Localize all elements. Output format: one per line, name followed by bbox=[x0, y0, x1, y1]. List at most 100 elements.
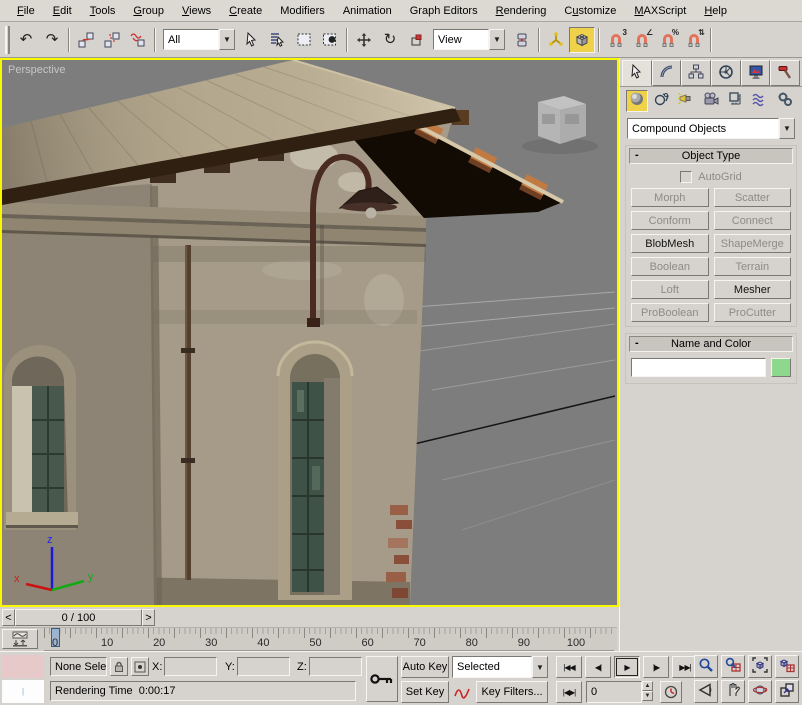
object-category-dropdown[interactable]: Compound Objects ▼ bbox=[627, 118, 795, 139]
field-of-view-button[interactable] bbox=[694, 680, 718, 703]
time-slider-prev-button[interactable]: < bbox=[2, 609, 15, 626]
tab-modify[interactable] bbox=[652, 60, 682, 86]
menu-graph-editors[interactable]: Graph Editors bbox=[401, 3, 487, 19]
frame-spinner[interactable]: ▲ ▼ bbox=[642, 681, 653, 701]
key-filters-button[interactable]: Key Filters... bbox=[476, 681, 548, 703]
menu-rendering[interactable]: Rendering bbox=[487, 3, 556, 19]
maxscript-macro-recorder[interactable] bbox=[2, 655, 44, 678]
z-coordinate-input[interactable] bbox=[309, 657, 362, 676]
menu-views[interactable]: Views bbox=[173, 3, 220, 19]
tab-utilities[interactable] bbox=[770, 60, 800, 86]
select-and-scale-icon[interactable] bbox=[403, 27, 429, 53]
use-pivot-point-center-icon[interactable] bbox=[509, 27, 535, 53]
object-type-rollout-header[interactable]: - Object Type bbox=[629, 148, 793, 164]
spinner-snap-toggle-icon[interactable]: ⇅ bbox=[681, 27, 707, 53]
selection-filter-dropdown[interactable]: All▼ bbox=[163, 29, 235, 50]
object-color-swatch[interactable] bbox=[771, 358, 791, 377]
next-frame-button[interactable]: |▶ bbox=[643, 656, 669, 678]
menu-modifiers[interactable]: Modifiers bbox=[271, 3, 334, 19]
select-and-manipulate-icon[interactable] bbox=[543, 27, 569, 53]
window-crossing-icon[interactable] bbox=[317, 27, 343, 53]
pan-button[interactable] bbox=[721, 680, 745, 703]
menu-animation[interactable]: Animation bbox=[334, 3, 401, 19]
menu-tools[interactable]: Tools bbox=[81, 3, 125, 19]
absolute-offset-mode-icon[interactable] bbox=[131, 657, 149, 676]
category-helpers[interactable] bbox=[725, 90, 747, 112]
dropdown-arrow-icon[interactable]: ▼ bbox=[779, 118, 795, 139]
viewport-perspective[interactable]: z x y Perspective bbox=[0, 58, 619, 607]
arc-rotate-button[interactable] bbox=[748, 680, 772, 703]
redo-icon[interactable]: ↷ bbox=[39, 27, 65, 53]
time-configuration-button[interactable] bbox=[660, 681, 682, 703]
category-space-warps[interactable] bbox=[749, 90, 771, 112]
dropdown-arrow-icon[interactable]: ▼ bbox=[532, 656, 548, 678]
snaps-toggle-3d-icon[interactable]: 3 bbox=[603, 27, 629, 53]
time-slider-handle[interactable]: 0 / 100 bbox=[15, 609, 142, 626]
toolbar-grip[interactable] bbox=[5, 26, 10, 54]
tab-create[interactable] bbox=[622, 60, 652, 86]
select-object-icon[interactable] bbox=[239, 27, 265, 53]
select-and-link-icon[interactable] bbox=[73, 27, 99, 53]
set-keys-button[interactable] bbox=[366, 656, 398, 702]
percent-snap-toggle-icon[interactable]: % bbox=[655, 27, 681, 53]
track-bar-ruler[interactable]: 0102030405060708090100 bbox=[44, 628, 614, 651]
category-lights[interactable] bbox=[675, 90, 697, 112]
autogrid-checkbox[interactable] bbox=[680, 171, 692, 183]
category-systems[interactable] bbox=[774, 90, 796, 112]
dropdown-arrow-icon[interactable]: ▼ bbox=[219, 29, 235, 50]
menu-group[interactable]: Group bbox=[124, 3, 173, 19]
zoom-extents-all-button[interactable] bbox=[775, 655, 799, 678]
category-geometry-icon bbox=[629, 91, 645, 110]
tab-motion[interactable] bbox=[711, 60, 741, 86]
track-bar[interactable]: 0102030405060708090100 bbox=[0, 628, 617, 651]
zoom-extents-button[interactable] bbox=[748, 655, 772, 678]
selection-lock-icon[interactable] bbox=[110, 657, 128, 676]
object-type-button-mesher[interactable]: Mesher bbox=[714, 280, 792, 299]
y-coordinate-input[interactable] bbox=[237, 657, 290, 676]
category-shapes[interactable] bbox=[651, 90, 673, 112]
play-button[interactable]: ▶ bbox=[614, 656, 640, 678]
tab-display[interactable] bbox=[741, 60, 771, 86]
name-color-rollout-header[interactable]: - Name and Color bbox=[629, 336, 793, 352]
menu-help[interactable]: Help bbox=[695, 3, 736, 19]
maxscript-mini-listener[interactable]: | bbox=[2, 680, 44, 703]
previous-frame-button[interactable]: ◀| bbox=[585, 656, 611, 678]
object-type-button-blobmesh[interactable]: BlobMesh bbox=[631, 234, 709, 253]
reference-coordinate-system-dropdown[interactable]: View▼ bbox=[433, 29, 505, 50]
maximize-viewport-button[interactable] bbox=[775, 680, 799, 703]
menu-file[interactable]: File bbox=[8, 3, 44, 19]
category-geometry[interactable] bbox=[626, 90, 648, 112]
time-slider-next-button[interactable]: > bbox=[142, 609, 155, 626]
rectangular-selection-region-icon[interactable] bbox=[291, 27, 317, 53]
zoom-button[interactable] bbox=[694, 655, 718, 678]
select-and-rotate-icon[interactable]: ↻ bbox=[377, 27, 403, 53]
selected-filter-dropdown[interactable]: Selected ▼ bbox=[452, 656, 548, 678]
open-mini-curve-editor-button[interactable] bbox=[2, 629, 38, 649]
menu-edit[interactable]: Edit bbox=[44, 3, 81, 19]
undo-icon[interactable]: ↶ bbox=[13, 27, 39, 53]
x-coordinate-input[interactable] bbox=[164, 657, 217, 676]
spinner-up-icon[interactable]: ▲ bbox=[642, 681, 653, 691]
auto-key-button[interactable]: Auto Key bbox=[401, 656, 449, 678]
menu-maxscript[interactable]: MAXScript bbox=[625, 3, 695, 19]
menu-customize[interactable]: Customize bbox=[555, 3, 625, 19]
current-frame-field[interactable]: 0 bbox=[586, 681, 642, 703]
unlink-selection-icon[interactable] bbox=[99, 27, 125, 53]
bind-to-space-warp-icon[interactable] bbox=[125, 27, 151, 53]
go-to-start-button[interactable]: |◀◀ bbox=[556, 656, 582, 678]
angle-snap-toggle-icon[interactable]: ∠ bbox=[629, 27, 655, 53]
dropdown-arrow-icon[interactable]: ▼ bbox=[489, 29, 505, 50]
category-cameras[interactable] bbox=[700, 90, 722, 112]
set-key-button[interactable]: Set Key bbox=[401, 681, 449, 703]
spinner-down-icon[interactable]: ▼ bbox=[642, 691, 653, 701]
select-and-move-icon[interactable] bbox=[351, 27, 377, 53]
viewport-label[interactable]: Perspective bbox=[8, 64, 65, 76]
default-tangent-button[interactable] bbox=[452, 681, 472, 703]
object-name-input[interactable] bbox=[631, 358, 766, 377]
key-mode-toggle-button[interactable]: |◀▶| bbox=[556, 681, 582, 703]
select-by-name-icon[interactable] bbox=[265, 27, 291, 53]
tab-hierarchy[interactable] bbox=[681, 60, 711, 86]
zoom-all-button[interactable] bbox=[721, 655, 745, 678]
snaps-cube-toggle[interactable] bbox=[569, 27, 595, 53]
menu-create[interactable]: Create bbox=[220, 3, 271, 19]
